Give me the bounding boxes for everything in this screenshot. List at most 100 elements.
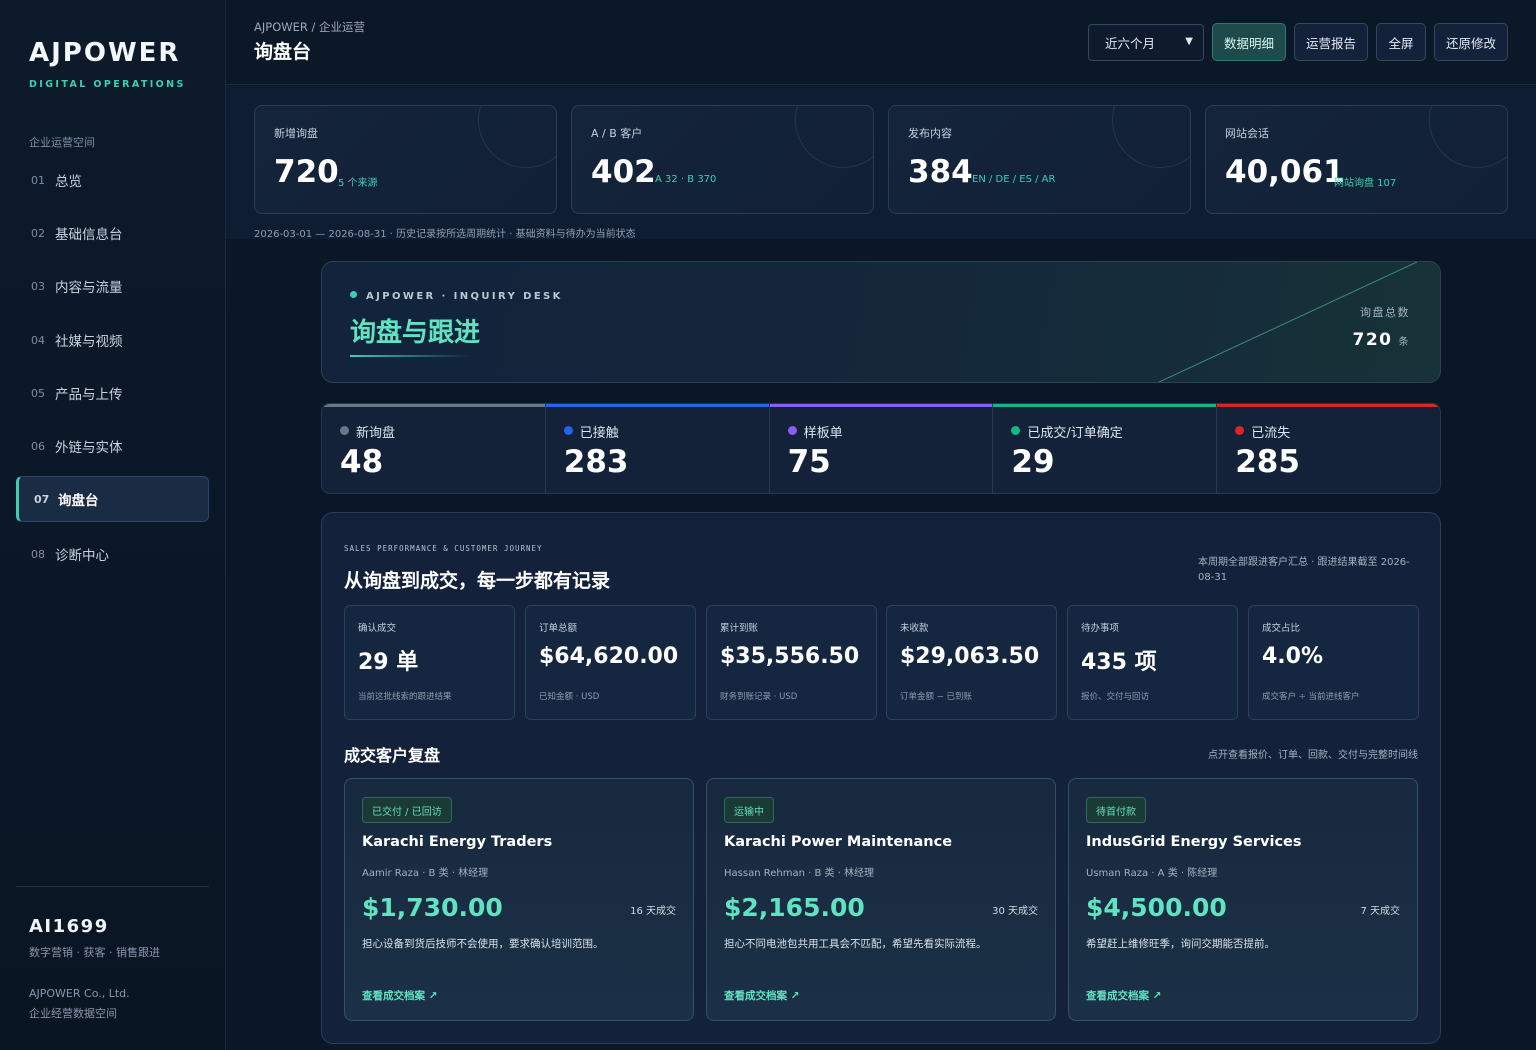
metric-value: 435 项 <box>1081 650 1157 675</box>
view-deal-archive-link[interactable]: 查看成交档案 ↗ <box>362 988 437 1003</box>
stage-dot-icon <box>1011 426 1021 435</box>
stage-value: 283 <box>563 444 629 480</box>
sidebar-item-inquiry-desk[interactable]: 07 询盘台 <box>16 476 209 522</box>
data-detail-button[interactable]: 数据明细 <box>1212 23 1286 61</box>
metric-note: 已知金额 · USD <box>539 692 600 702</box>
sidebar-item-backlinks[interactable]: 06 外链与实体 <box>16 423 209 469</box>
sidebar-item-basic-info[interactable]: 02 基础信息台 <box>16 210 209 256</box>
nav-label: 外链与实体 <box>55 440 123 456</box>
panel-title: 从询盘到成交，每一步都有记录 <box>344 570 611 592</box>
stat-card-ab-customers[interactable]: A / B 客户 402 A 32 · B 370 <box>571 105 874 214</box>
stage-label: 新询盘 <box>356 426 396 441</box>
stage-sample-order[interactable]: 样板单 75 <box>769 404 994 493</box>
customer-name: Karachi Power Maintenance <box>724 834 953 850</box>
metric-value: 4.0% <box>1262 644 1324 669</box>
nav-label: 诊断中心 <box>55 548 109 564</box>
nav-label: 内容与流量 <box>55 280 123 296</box>
nav-number: 02 <box>31 226 45 240</box>
stage-new-inquiry[interactable]: 新询盘 48 <box>322 404 546 493</box>
view-deal-archive-link[interactable]: 查看成交档案 ↗ <box>1086 988 1161 1003</box>
deal-description: 担心不同电池包共用工具会不匹配，希望先看实际流程。 <box>724 938 987 950</box>
metric-confirmed-deals: 确认成交 29 单 当前这批线索的跟进结果 <box>344 605 515 720</box>
nav-number: 05 <box>31 386 45 400</box>
stat-sub: 网站询盘 107 <box>1334 178 1397 189</box>
nav-number: 01 <box>31 173 45 187</box>
deal-amount: $1,730.00 <box>362 893 503 922</box>
stat-label: 新增询盘 <box>274 127 318 140</box>
status-dot-icon <box>350 291 357 298</box>
customer-name: IndusGrid Energy Services <box>1086 834 1302 850</box>
nav-label: 总览 <box>55 174 82 190</box>
sidebar-item-overview[interactable]: 01 总览 <box>16 157 209 203</box>
decorative-ring <box>1429 106 1507 168</box>
stage-value: 285 <box>1235 444 1300 480</box>
customer-meta: Hassan Rehman · B 类 · 林经理 <box>724 868 875 879</box>
banner-underline <box>350 355 470 357</box>
deal-amount: $2,165.00 <box>724 893 865 922</box>
company-name: AJPOWER Co., Ltd. <box>29 987 130 1000</box>
stage-contacted[interactable]: 已接触 283 <box>545 404 770 493</box>
metric-note: 订单金额 − 已到账 <box>900 692 973 702</box>
total-inquiries-number: 720 <box>1352 330 1393 350</box>
total-inquiries-label: 询盘总数 <box>1360 306 1410 319</box>
deal-card[interactable]: 待首付款 IndusGrid Energy Services Usman Raz… <box>1068 778 1418 1021</box>
metric-label: 未收款 <box>900 623 929 634</box>
stat-label: A / B 客户 <box>591 127 643 140</box>
stage-label: 已成交/订单确定 <box>1027 426 1123 441</box>
stage-value: 75 <box>787 444 831 480</box>
customer-meta: Usman Raza · A 类 · 陈经理 <box>1086 868 1218 879</box>
user-name: AI1699 <box>29 916 109 937</box>
period-select[interactable]: 近六个月 ▼ <box>1088 24 1204 61</box>
user-description: 数字营销 · 获客 · 销售跟进 <box>29 946 160 959</box>
banner-tag-text: AJPOWER · INQUIRY DESK <box>366 291 563 302</box>
ops-report-button[interactable]: 运营报告 <box>1294 23 1368 61</box>
metric-order-total: 订单总额 $64,620.00 已知金额 · USD <box>525 605 696 720</box>
stat-card-site-sessions[interactable]: 网站会话 40,061 网站询盘 107 <box>1205 105 1508 214</box>
stage-lost[interactable]: 已流失 285 <box>1217 404 1440 493</box>
stat-label: 发布内容 <box>908 127 952 140</box>
pipeline-stages: 新询盘 48 已接触 283 样板单 75 已成交/订单确定 29 已流失 28… <box>321 403 1441 494</box>
sales-performance-panel: SALES PERFORMANCE & CUSTOMER JOURNEY 从询盘… <box>321 512 1441 1044</box>
nav-number: 03 <box>31 279 45 293</box>
status-badge: 已交付 / 已回访 <box>362 797 452 823</box>
brand-subtitle: DIGITAL OPERATIONS <box>29 79 186 90</box>
customer-name: Karachi Energy Traders <box>362 834 553 850</box>
decorative-ring <box>478 106 556 168</box>
decorative-ring <box>795 106 873 168</box>
stage-label: 样板单 <box>803 426 843 441</box>
section-note: 点开查看报价、订单、回款、交付与完整时间线 <box>1208 750 1418 761</box>
stage-dot-icon <box>563 426 573 435</box>
stage-bar <box>993 404 1217 407</box>
panel-eyebrow: SALES PERFORMANCE & CUSTOMER JOURNEY <box>344 544 543 553</box>
sidebar-item-social-video[interactable]: 04 社媒与视频 <box>16 317 209 363</box>
metric-close-rate: 成交占比 4.0% 成交客户 ÷ 当前进线客户 <box>1248 605 1419 720</box>
restore-button[interactable]: 还原修改 <box>1434 23 1508 61</box>
stat-card-new-inquiries[interactable]: 新增询盘 720 5 个来源 <box>254 105 557 214</box>
sidebar-item-diagnostics[interactable]: 08 诊断中心 <box>16 531 209 577</box>
top-header: AJPOWER / 企业运营 询盘台 近六个月 ▼ 数据明细 运营报告 全屏 还… <box>226 0 1536 85</box>
status-badge: 待首付款 <box>1086 797 1146 823</box>
company-subtitle: 企业经营数据空间 <box>29 1007 117 1020</box>
status-badge: 运输中 <box>724 797 774 823</box>
stage-closed-won[interactable]: 已成交/订单确定 29 <box>993 404 1218 493</box>
section-title: 成交客户复盘 <box>344 746 441 765</box>
deal-card[interactable]: 已交付 / 已回访 Karachi Energy Traders Aamir R… <box>344 778 694 1021</box>
sidebar-item-products[interactable]: 05 产品与上传 <box>16 370 209 416</box>
stage-dot-icon <box>340 426 349 435</box>
stage-bar <box>322 404 545 407</box>
inquiry-desk-banner: AJPOWER · INQUIRY DESK 询盘与跟进 询盘总数 720 条 <box>321 261 1441 383</box>
metric-label: 累计到账 <box>720 623 759 634</box>
stat-sub: EN / DE / ES / AR <box>972 174 1056 185</box>
stage-bar <box>1217 404 1440 407</box>
view-deal-archive-link[interactable]: 查看成交档案 ↗ <box>724 988 799 1003</box>
sidebar-item-content-traffic[interactable]: 03 内容与流量 <box>16 263 209 309</box>
stage-dot-icon <box>787 426 797 435</box>
fullscreen-button[interactable]: 全屏 <box>1376 23 1426 61</box>
deal-card[interactable]: 运输中 Karachi Power Maintenance Hassan Reh… <box>706 778 1056 1021</box>
metric-note: 成交客户 ÷ 当前进线客户 <box>1262 692 1360 702</box>
stage-value: 29 <box>1011 444 1055 480</box>
customer-meta: Aamir Raza · B 类 · 林经理 <box>362 868 489 879</box>
stat-card-published-content[interactable]: 发布内容 384 EN / DE / ES / AR <box>888 105 1191 214</box>
brand-logo[interactable]: AJPOWER <box>29 38 180 68</box>
nav-number: 06 <box>31 439 45 453</box>
